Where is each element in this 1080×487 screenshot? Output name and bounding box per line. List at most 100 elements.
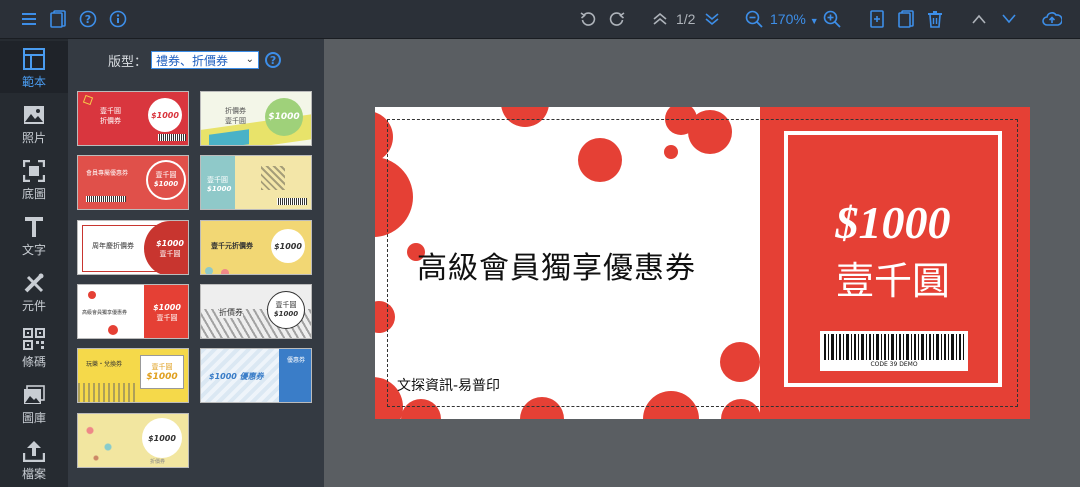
decoration-icon [78, 383, 138, 402]
template-type-select[interactable]: 禮券、折價券 ⌄ [151, 51, 260, 69]
template-thumbnail[interactable]: 壹千圓 折價券 $1000 [77, 91, 189, 146]
template-type-label: 版型： [108, 54, 148, 70]
text-icon [24, 215, 44, 239]
voucher-company[interactable]: 文探資訊-易普印 [397, 375, 500, 395]
sidebar-item-template[interactable]: 範本 [0, 41, 68, 93]
sidebar-item-label: 照片 [21, 131, 46, 145]
thumb-text: 壹千圓 折價券 [100, 107, 121, 125]
thumb-price: $1000 壹千圓 [144, 285, 188, 338]
sidebar-item-label: 文字 [21, 243, 46, 257]
template-thumbnail[interactable]: 會員專屬優惠券 壹千圓 $1000 [77, 155, 189, 210]
thumb-text: 壹千元折價券 [211, 242, 253, 250]
sidebar-item-label: 底圖 [21, 187, 46, 201]
sidebar-item-label: 檔案 [21, 467, 46, 481]
decoration-icon [82, 94, 94, 106]
barcode-icon [23, 327, 45, 351]
decoration-icon [221, 269, 229, 274]
template-thumbnail[interactable]: $1000 折價券 [77, 413, 189, 468]
zoom-select[interactable]: 170% ▼ [770, 9, 819, 31]
voucher-title[interactable]: 高級會員獨享優惠券 [417, 243, 696, 287]
redo-icon[interactable] [607, 8, 627, 30]
file-upload-icon [23, 439, 45, 463]
thumb-text: 會員專屬優惠券 [86, 170, 129, 177]
photo-icon [23, 103, 45, 127]
voucher-amount-text[interactable]: 壹千圓 [788, 259, 998, 303]
barcode-icon [277, 198, 307, 205]
sidebar-item-text[interactable]: 文字 [0, 209, 68, 261]
thumb-price: $1000 壹千圓 [144, 221, 188, 274]
sidebar-item-label: 條碼 [21, 355, 46, 369]
template-thumbnail[interactable]: 周年慶折價券 $1000 壹千圓 [77, 220, 189, 275]
thumb-text: 折價券 [150, 459, 166, 465]
page-indicator: 1/2 [676, 11, 696, 27]
help-icon[interactable]: ? [265, 52, 282, 68]
sidebar-item-label: 元件 [21, 299, 46, 313]
sidebar: 範本 照片 底圖 文字 元件 條碼 圖庫 檔案 [0, 39, 68, 487]
background-icon [23, 159, 45, 183]
template-thumbnail[interactable]: 折價券 壹千圓 $1000 [200, 91, 312, 146]
zoom-out-icon[interactable] [744, 8, 764, 30]
previous-page-icon[interactable] [650, 8, 670, 30]
sidebar-item-file[interactable]: 檔案 [0, 433, 68, 485]
thumb-text: 優惠券 [279, 349, 311, 402]
voucher-card[interactable]: 高級會員獨享優惠券 文探資訊-易普印 $1000 壹千圓 CODE 39 DEM… [375, 107, 1030, 419]
template-panel: 版型： 禮券、折價券 ⌄ ? 壹千圓 折價券 $1000 折價券 壹千圓 $1000… [68, 39, 324, 487]
thumb-price: $1000 [265, 98, 303, 136]
move-up-icon[interactable] [969, 8, 989, 30]
top-toolbar: ? 1/2 170% ▼ [0, 0, 1080, 39]
trash-icon[interactable] [925, 8, 945, 30]
voucher-price-frame: $1000 壹千圓 CODE 39 DEMO [784, 131, 1002, 387]
decoration-icon [205, 267, 213, 274]
add-page-icon[interactable] [867, 8, 887, 30]
next-page-icon[interactable] [702, 8, 722, 30]
caret-down-icon: ▼ [809, 16, 819, 26]
voucher-barcode[interactable]: CODE 39 DEMO [820, 331, 968, 371]
template-type-row: 版型： 禮券、折價券 ⌄ ? [108, 49, 282, 71]
thumb-text: 高級會員獨享優惠券 [82, 310, 128, 316]
info-icon[interactable] [108, 8, 128, 30]
duplicate-page-icon[interactable] [896, 8, 916, 30]
template-thumbnail[interactable]: $1000 優惠券 優惠券 [200, 348, 312, 403]
sidebar-item-photo[interactable]: 照片 [0, 97, 68, 149]
help-icon[interactable]: ? [78, 8, 98, 30]
thumb-text: 壹千圓 $1000 [207, 176, 232, 193]
document-icon[interactable] [48, 8, 68, 30]
thumb-price: 壹千圓 $1000 [140, 355, 184, 389]
barcode-icon [824, 334, 964, 360]
barcode-icon [158, 134, 186, 141]
decoration-icon [261, 166, 285, 190]
thumb-price: $1000 [148, 98, 182, 132]
thumb-text: $1000 優惠券 [209, 372, 264, 381]
thumb-text: 折價券 壹千圓 [225, 107, 246, 125]
template-thumbnail[interactable]: 玩樂・兌換券 壹千圓 $1000 [77, 348, 189, 403]
menu-icon[interactable] [20, 8, 38, 30]
thumb-text: 周年慶折價券 [92, 242, 134, 250]
sidebar-item-background[interactable]: 底圖 [0, 153, 68, 205]
thumb-price: $1000 [142, 418, 182, 458]
thumb-text: 玩樂・兌換券 [86, 361, 123, 368]
thumb-text: 折價券 [219, 307, 243, 318]
thumb-price: 壹千圓 $1000 [146, 160, 186, 200]
decoration-icon [108, 325, 118, 335]
sidebar-item-component[interactable]: 元件 [0, 265, 68, 317]
template-thumbnail[interactable]: 壹千元折價券 $1000 [200, 220, 312, 275]
voucher-price-panel: $1000 壹千圓 CODE 39 DEMO [760, 107, 1030, 419]
sidebar-item-label: 圖庫 [21, 411, 46, 425]
voucher-price[interactable]: $1000 [788, 197, 998, 249]
gallery-icon [23, 383, 45, 407]
zoom-in-icon[interactable] [822, 8, 842, 30]
svg-text:?: ? [85, 13, 91, 26]
template-thumbnail[interactable]: 壹千圓 $1000 [200, 155, 312, 210]
chevron-down-icon: ⌄ [245, 54, 255, 65]
move-down-icon[interactable] [999, 8, 1019, 30]
sidebar-item-gallery[interactable]: 圖庫 [0, 377, 68, 429]
thumb-price: 壹千圓 $1000 [267, 291, 305, 329]
sidebar-item-barcode[interactable]: 條碼 [0, 321, 68, 373]
template-thumbnail[interactable]: 折價券 壹千圓 $1000 [200, 284, 312, 339]
thumb-price: $1000 [271, 229, 305, 263]
undo-icon[interactable] [578, 8, 598, 30]
template-icon [23, 47, 45, 71]
decoration-icon [78, 414, 138, 467]
cloud-upload-icon[interactable] [1041, 8, 1063, 30]
template-thumbnail[interactable]: 高級會員獨享優惠券 $1000 壹千圓 [77, 284, 189, 339]
